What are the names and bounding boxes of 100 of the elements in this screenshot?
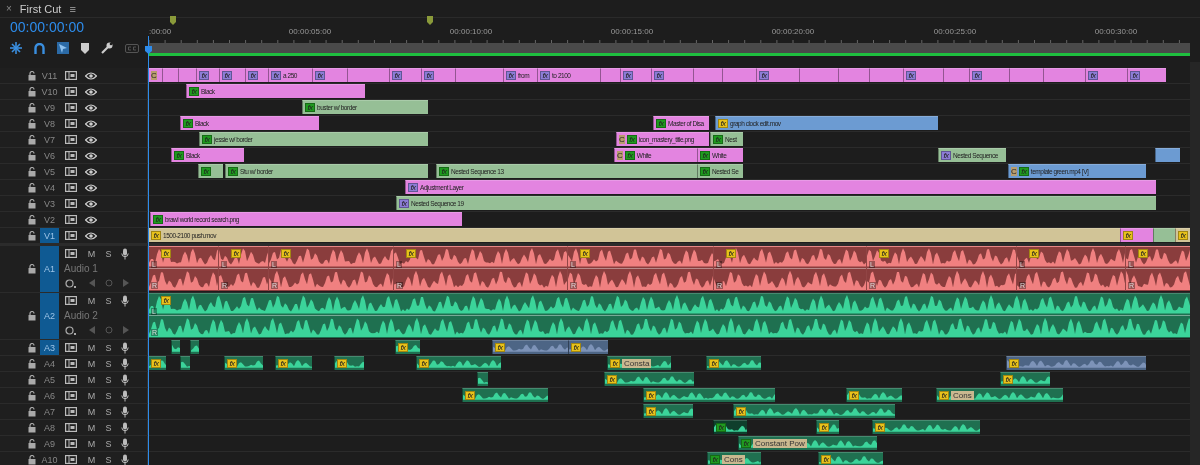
eye-icon[interactable] <box>85 71 97 80</box>
filmstrip-icon[interactable] <box>65 439 77 448</box>
playhead-timecode[interactable]: 00:00:00:00 <box>0 18 148 36</box>
track-label[interactable]: A3 <box>40 340 59 355</box>
audio-clip[interactable]: fx <box>643 404 693 418</box>
solo-toggle[interactable]: S <box>100 438 117 449</box>
eye-icon[interactable] <box>85 167 97 176</box>
lock-icon[interactable] <box>28 374 36 385</box>
solo-toggle[interactable]: S <box>100 248 117 259</box>
audio-clip[interactable]: fx <box>395 340 420 354</box>
lock-icon[interactable] <box>28 230 36 241</box>
video-clip[interactable]: fx <box>389 68 421 82</box>
audio-clip[interactable]: fx <box>416 356 501 370</box>
solo-toggle[interactable]: S <box>100 358 117 369</box>
solo-toggle[interactable]: S <box>100 374 117 385</box>
wrench-icon[interactable] <box>101 42 113 54</box>
microphone-icon[interactable] <box>121 373 129 386</box>
audio-clip[interactable]: fx <box>604 372 694 386</box>
audio-clip[interactable]: fx <box>492 340 568 354</box>
video-clip[interactable]: fx <box>620 68 651 82</box>
filmstrip-icon[interactable] <box>65 183 77 192</box>
microphone-icon[interactable] <box>121 437 129 450</box>
eye-icon[interactable] <box>85 199 97 208</box>
mute-toggle[interactable]: M <box>83 422 100 433</box>
audio-clip[interactable]: fx Consta <box>607 356 671 370</box>
filmstrip-icon[interactable] <box>65 199 77 208</box>
audio-clip[interactable] <box>477 372 488 386</box>
track-label[interactable]: V8 <box>40 116 59 131</box>
mute-toggle[interactable]: M <box>83 438 100 449</box>
audio-clip[interactable]: fx <box>462 388 548 402</box>
video-clip[interactable] <box>693 68 722 82</box>
filmstrip-icon[interactable] <box>65 87 77 96</box>
eye-icon[interactable] <box>85 119 97 128</box>
eye-icon[interactable] <box>85 183 97 192</box>
filmstrip-icon[interactable] <box>65 151 77 160</box>
mute-toggle[interactable]: M <box>83 406 100 417</box>
video-clip[interactable]: fx <box>1085 68 1127 82</box>
mute-toggle[interactable]: M <box>83 390 100 401</box>
microphone-icon[interactable] <box>121 294 129 307</box>
lock-icon[interactable] <box>28 70 36 81</box>
video-clip[interactable]: fx <box>1120 228 1153 242</box>
microphone-icon[interactable] <box>121 341 129 354</box>
marker-icon[interactable] <box>81 42 89 54</box>
lock-icon[interactable] <box>28 198 36 209</box>
solo-toggle[interactable]: S <box>100 406 117 417</box>
video-clip[interactable] <box>1155 148 1180 162</box>
filmstrip-icon[interactable] <box>65 231 77 240</box>
track-label[interactable]: V6 <box>40 148 59 163</box>
filmstrip-icon[interactable] <box>65 407 77 416</box>
audio-clip[interactable]: fx <box>816 420 839 434</box>
lock-icon[interactable] <box>28 86 36 97</box>
audio-clip[interactable] <box>180 356 190 370</box>
audio-clip[interactable] <box>171 340 180 354</box>
video-clip[interactable] <box>1153 228 1175 242</box>
mute-toggle[interactable]: M <box>83 358 100 369</box>
video-clip[interactable] <box>1043 68 1085 82</box>
audio-clip[interactable]: fx <box>818 452 883 465</box>
mute-toggle[interactable]: M <box>83 342 100 353</box>
track-label[interactable]: A8 <box>40 420 59 435</box>
audio-clip[interactable]: fx <box>224 356 263 370</box>
playhead-handle[interactable] <box>145 46 152 54</box>
filmstrip-icon[interactable] <box>65 167 77 176</box>
audio-clip[interactable]: fx <box>706 356 761 370</box>
lock-icon[interactable] <box>28 118 36 129</box>
track-label[interactable]: V5 <box>40 164 59 179</box>
work-area-bar[interactable] <box>149 43 1190 56</box>
track-label[interactable]: A10 <box>40 452 59 465</box>
audio-clip[interactable]: fx <box>1006 356 1146 370</box>
track-label[interactable]: V10 <box>40 84 59 99</box>
audio-clip[interactable]: fx <box>713 420 747 434</box>
video-clip[interactable] <box>1009 68 1043 82</box>
lock-icon[interactable] <box>28 166 36 177</box>
audio-clip[interactable]: fx <box>568 340 608 354</box>
lock-icon[interactable] <box>28 150 36 161</box>
mute-toggle[interactable]: M <box>83 295 100 306</box>
lock-icon[interactable] <box>28 102 36 113</box>
magnet-icon[interactable] <box>34 42 45 54</box>
solo-toggle[interactable]: S <box>100 342 117 353</box>
solo-toggle[interactable]: S <box>100 295 117 306</box>
marker-icon[interactable] <box>427 16 433 25</box>
lock-icon[interactable] <box>28 264 36 274</box>
filmstrip-icon[interactable] <box>65 135 77 144</box>
track-label[interactable]: V1 <box>40 228 59 243</box>
video-clip[interactable] <box>162 68 178 82</box>
audio-clip[interactable]: fx <box>643 388 775 402</box>
solo-toggle[interactable]: S <box>100 454 117 465</box>
lock-icon[interactable] <box>28 311 36 321</box>
filmstrip-icon[interactable] <box>65 359 77 368</box>
filmstrip-icon[interactable] <box>65 455 77 464</box>
audio-clip[interactable]: fx <box>1000 372 1050 386</box>
lock-icon[interactable] <box>28 214 36 225</box>
video-clip[interactable]: fx <box>312 68 347 82</box>
track-label[interactable]: V7 <box>40 132 59 147</box>
solo-toggle[interactable]: S <box>100 422 117 433</box>
lock-icon[interactable] <box>28 182 36 193</box>
video-clip[interactable]: fx <box>1127 68 1166 82</box>
track-label[interactable]: A6 <box>40 388 59 403</box>
audio-clip[interactable]: fx <box>334 356 364 370</box>
microphone-icon[interactable] <box>121 389 129 402</box>
filmstrip-icon[interactable] <box>65 391 77 400</box>
